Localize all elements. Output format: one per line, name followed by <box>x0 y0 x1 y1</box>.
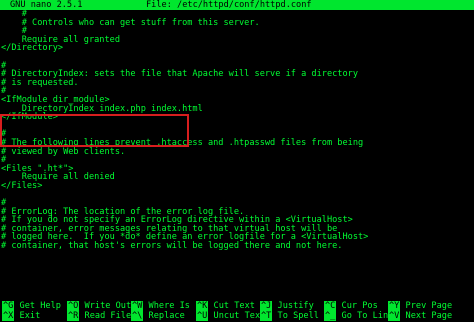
shortcut-cut-text[interactable]: ^K Cut Text <box>196 301 255 311</box>
editor-line[interactable]: # viewed by Web clients. <box>1 147 473 157</box>
editor-line[interactable]: # is requested. <box>1 79 473 88</box>
editor-line[interactable]: </Files> <box>1 182 473 191</box>
file-path-label: File: /etc/httpd/conf/httpd.conf <box>146 0 312 10</box>
shortcut-uncut-text[interactable]: ^U Uncut Text <box>196 311 265 321</box>
editor-line[interactable]: # Controls who can get stuff from this s… <box>1 18 473 28</box>
shortcut-to-spell[interactable]: ^T To Spell <box>260 311 319 321</box>
shortcut-key: ^\ <box>131 311 144 321</box>
shortcut-key: ^Y <box>388 301 401 311</box>
shortcut-replace[interactable]: ^\ Replace <box>131 311 185 321</box>
shortcut-key: ^R <box>67 311 80 321</box>
shortcut-exit[interactable]: ^X Exit <box>2 311 40 321</box>
shortcut-key: ^V <box>388 311 401 321</box>
shortcut-key: ^K <box>196 301 209 311</box>
shortcut-bar: ^G Get Help ^O Write Out ^W Where Is ^K … <box>0 301 474 321</box>
shortcut-justify[interactable]: ^J Justify <box>260 301 314 311</box>
title-bar: GNU nano 2.5.1 File: /etc/httpd/conf/htt… <box>0 0 474 10</box>
shortcut-key: ^O <box>67 301 80 311</box>
highlight-annotation-box <box>0 114 189 147</box>
shortcut-label: Cut Text <box>213 301 255 311</box>
shortcut-label: Read File <box>84 311 132 321</box>
shortcut-key: ^T <box>260 311 273 321</box>
shortcut-key: ^G <box>2 301 15 311</box>
shortcut-label: Replace <box>148 311 185 321</box>
shortcut-get-help[interactable]: ^G Get Help <box>2 301 61 311</box>
shortcut-key: ^U <box>196 311 209 321</box>
shortcut-read-file[interactable]: ^R Read File <box>67 311 131 321</box>
editor-line[interactable]: Require all granted <box>1 36 473 45</box>
editor-line[interactable] <box>1 53 473 62</box>
shortcut-where-is[interactable]: ^W Where Is <box>131 301 190 311</box>
editor-line[interactable]: DirectoryIndex index.php index.html <box>1 104 473 114</box>
shortcut-label: Exit <box>19 311 41 321</box>
shortcut-label: Where Is <box>148 301 190 311</box>
editor-line[interactable] <box>1 190 473 199</box>
shortcut-key: ^J <box>260 301 273 311</box>
shortcut-cur-pos[interactable]: ^C Cur Pos <box>324 301 378 311</box>
shortcut-label: Cur Pos <box>341 301 378 311</box>
shortcut-label: Prev Page <box>405 301 453 311</box>
shortcut-key: ^_ <box>324 311 337 321</box>
editor-line[interactable]: # container, that host's errors will be … <box>1 242 473 251</box>
shortcut-row-bottom: ^X Exit ^R Read File ^\ Replace ^U Uncut… <box>0 311 474 321</box>
shortcut-label: Justify <box>277 301 314 311</box>
shortcut-key: ^X <box>2 311 15 321</box>
editor-line[interactable]: Require all denied <box>1 173 473 182</box>
shortcut-row-top: ^G Get Help ^O Write Out ^W Where Is ^K … <box>0 301 474 311</box>
shortcut-label: Go To Line <box>341 311 394 321</box>
shortcut-label: Uncut Text <box>213 311 266 321</box>
shortcut-label: To Spell <box>277 311 319 321</box>
shortcut-key: ^C <box>324 301 337 311</box>
shortcut-label: Next Page <box>405 311 453 321</box>
editor-line[interactable]: </Directory> <box>1 44 473 53</box>
shortcut-prev-page[interactable]: ^Y Prev Page <box>388 301 452 311</box>
shortcut-label: Write Out <box>84 301 132 311</box>
shortcut-key: ^W <box>131 301 144 311</box>
shortcut-go-to-line[interactable]: ^_ Go To Line <box>324 311 393 321</box>
shortcut-next-page[interactable]: ^V Next Page <box>388 311 452 321</box>
shortcut-label: Get Help <box>19 301 61 311</box>
shortcut-write-out[interactable]: ^O Write Out <box>67 301 131 311</box>
